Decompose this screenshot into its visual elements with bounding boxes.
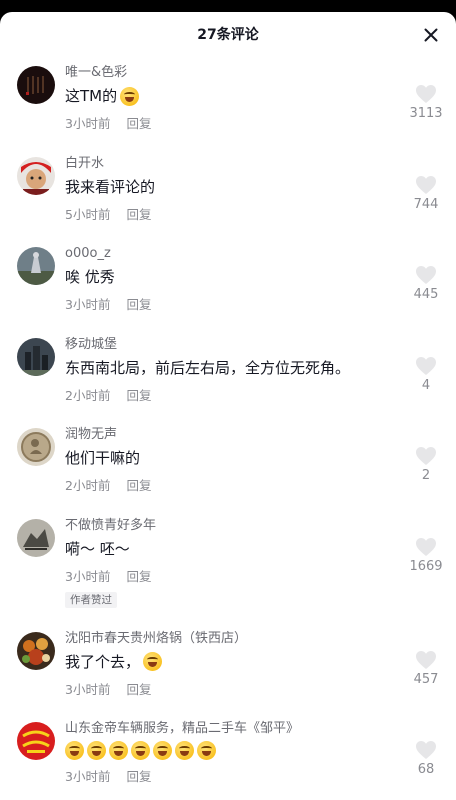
like-count: 68 [417, 762, 435, 777]
like-count: 744 [413, 196, 439, 212]
avatar[interactable] [17, 722, 55, 760]
comment-username[interactable]: 润物无声 [65, 426, 386, 444]
comment-text: 我来看评论的 [65, 177, 156, 196]
comment-username[interactable]: 白开水 [65, 155, 386, 173]
like-count: 2 [421, 468, 431, 483]
laughing-tears-emoji-icon [153, 741, 172, 760]
close-icon [424, 28, 438, 42]
comment-time: 3小时前 [65, 116, 111, 131]
laughing-tears-emoji-icon [131, 741, 150, 760]
avatar[interactable] [17, 518, 55, 557]
comment-item: 不做愤青好多年 嗬～ 呸～ 3小时前 回复 作者赞过 1669 [0, 509, 456, 622]
heart-icon[interactable] [415, 446, 437, 466]
comment-emoji-row [65, 741, 386, 760]
heart-icon[interactable] [415, 84, 437, 104]
comment-time: 5小时前 [65, 206, 111, 222]
reply-button[interactable]: 回复 [126, 207, 151, 222]
reply-button[interactable]: 回复 [126, 478, 151, 493]
comment-username[interactable]: o00o_z [65, 245, 386, 263]
avatar[interactable] [17, 156, 55, 195]
comment-item: 山东金帝车辆服务，精品二手车《邹平》 3小时前 回复 68 [0, 712, 456, 800]
comment-time: 3小时前 [65, 568, 111, 584]
reply-button[interactable]: 回复 [126, 682, 151, 697]
comment-username[interactable]: 沈阳市春天贵州烙锅（铁西店） [65, 630, 386, 648]
comment-text: 唉 优秀 [65, 268, 115, 286]
like-count: 445 [413, 287, 439, 302]
like-count: 4 [421, 377, 431, 393]
comment-time: 3小时前 [65, 681, 111, 697]
comment-username[interactable]: 唯一&色彩 [65, 64, 386, 82]
comments-title: 27条评论 [197, 27, 259, 43]
close-button[interactable] [420, 24, 442, 46]
comment-item: 润物无声 他们干嘛的 2小时前 回复 2 [0, 418, 456, 509]
reply-button[interactable]: 回复 [126, 769, 151, 784]
reply-button[interactable]: 回复 [126, 388, 151, 403]
comment-time: 3小时前 [65, 769, 111, 784]
heart-icon[interactable] [415, 265, 437, 285]
like-count: 457 [413, 671, 439, 687]
like-area: 3113 [406, 84, 446, 122]
comment-item: 沈阳市春天贵州烙锅（铁西店） 我了个去， 3小时前 回复 457 [0, 622, 456, 713]
like-count: 1669 [409, 558, 443, 574]
avatar[interactable] [17, 428, 55, 466]
comments-sheet: 27条评论 唯一&色彩 这TM的 3小时前 回复 3113 白开水 我来看评论的… [0, 12, 456, 800]
avatar[interactable] [17, 66, 55, 104]
avatar[interactable] [17, 631, 55, 670]
heart-icon[interactable] [415, 650, 437, 670]
reply-button[interactable]: 回复 [126, 297, 151, 312]
comment-text: 东西南北局，前后左右局，全方位无死角。 [65, 358, 351, 377]
author-liked-badge: 作者赞过 [65, 591, 117, 608]
laughing-tears-emoji-icon [143, 652, 163, 671]
comment-time: 3小时前 [65, 297, 111, 312]
comment-text-content: 我了个去， [65, 652, 141, 671]
comment-item: 白开水 我来看评论的 5小时前 回复 744 [0, 147, 456, 238]
heart-icon[interactable] [415, 740, 437, 760]
comment-text-content: 这TM的 [65, 87, 118, 105]
heart-icon[interactable] [415, 356, 437, 376]
comment-time: 2小时前 [65, 478, 111, 493]
like-area: 2 [406, 446, 446, 484]
laughing-tears-emoji-icon [109, 741, 128, 760]
like-area: 744 [406, 175, 446, 213]
like-area: 68 [406, 740, 446, 778]
comment-item: o00o_z 唉 优秀 3小时前 回复 445 [0, 237, 456, 328]
comment-username[interactable]: 不做愤青好多年 [65, 517, 386, 535]
laughing-tears-emoji-icon [87, 741, 106, 760]
comment-list: 唯一&色彩 这TM的 3小时前 回复 3113 白开水 我来看评论的 5小时前 回复 [0, 56, 456, 800]
like-count: 3113 [409, 106, 443, 121]
like-area: 1669 [406, 537, 446, 575]
comment-time: 2小时前 [65, 387, 111, 403]
comment-text: 这TM的 [65, 85, 386, 107]
reply-button[interactable]: 回复 [126, 569, 151, 584]
comment-item: 唯一&色彩 这TM的 3小时前 回复 3113 [0, 56, 456, 147]
laughing-tears-emoji-icon [197, 741, 216, 760]
comment-username[interactable]: 移动城堡 [65, 336, 386, 354]
like-area: 4 [406, 356, 446, 394]
avatar[interactable] [17, 247, 55, 285]
like-area: 457 [406, 650, 446, 688]
comment-text: 我了个去， [65, 651, 386, 673]
laughing-tears-emoji-icon [65, 741, 84, 760]
comment-item: 移动城堡 东西南北局，前后左右局，全方位无死角。 2小时前 回复 4 [0, 328, 456, 419]
heart-icon[interactable] [415, 175, 437, 195]
avatar[interactable] [17, 337, 55, 376]
comments-header: 27条评论 [0, 12, 456, 56]
comment-text: 他们干嘛的 [65, 449, 141, 467]
like-area: 445 [406, 265, 446, 303]
heart-icon[interactable] [415, 537, 437, 557]
laughing-tears-emoji-icon [120, 86, 140, 106]
comment-username[interactable]: 山东金帝车辆服务，精品二手车《邹平》 [65, 720, 386, 738]
comment-text: 嗬～ 呸～ [65, 539, 130, 558]
laughing-tears-emoji-icon [175, 741, 194, 760]
reply-button[interactable]: 回复 [126, 116, 151, 131]
